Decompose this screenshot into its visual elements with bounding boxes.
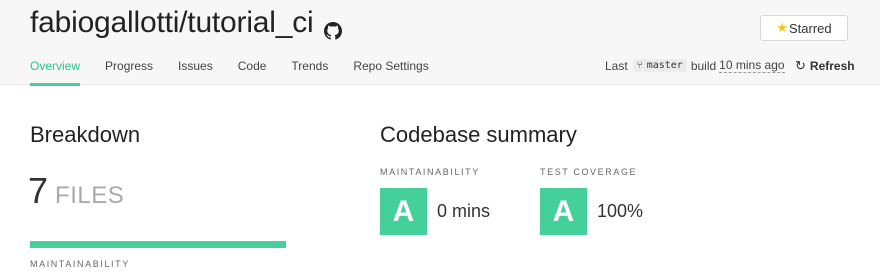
tab-code[interactable]: Code <box>238 59 267 86</box>
repo-name[interactable]: fabiogallotti/tutorial_ci <box>30 6 314 40</box>
refresh-icon: ↻ <box>795 58 806 73</box>
maintainability-label: MAINTAINABILITY <box>380 167 480 177</box>
test-coverage-value: 100% <box>597 201 644 221</box>
build-prefix: Last <box>605 58 628 73</box>
maintainability-value: 0 mins <box>437 201 491 221</box>
files-count: 7 <box>28 170 49 211</box>
tab-repo-settings[interactable]: Repo Settings <box>353 59 428 86</box>
tab-progress[interactable]: Progress <box>105 59 153 86</box>
refresh-button[interactable]: ↻ Refresh <box>795 58 855 74</box>
build-info: Last ⑂ master build 10 mins ago <box>605 58 785 73</box>
star-icon: ★ <box>776 20 788 35</box>
test-coverage-grade: A <box>540 188 587 235</box>
starred-label: Starred <box>789 20 832 36</box>
test-coverage-label: TEST COVERAGE <box>540 167 638 177</box>
branch-name: master <box>646 60 683 71</box>
maintainability-bar[interactable] <box>30 241 286 248</box>
refresh-label: Refresh <box>809 59 855 73</box>
files-count-display: 7 FILES <box>28 170 124 212</box>
repo-header: fabiogallotti/tutorial_ci ★ Starred Over… <box>0 0 880 86</box>
tab-trends[interactable]: Trends <box>291 59 328 86</box>
test-coverage-metric[interactable]: TEST COVERAGE A 100% <box>540 167 643 235</box>
breakdown-title: Breakdown <box>30 122 141 147</box>
maintainability-metric[interactable]: MAINTAINABILITY A 0 mins <box>380 167 490 235</box>
build-word: build <box>690 58 717 73</box>
repo-tabs: Overview Progress Issues Code Trends Rep… <box>30 59 454 86</box>
tab-overview[interactable]: Overview <box>30 59 81 86</box>
maintainability-breakdown-label: MAINTAINABILITY <box>30 259 130 269</box>
branch-badge[interactable]: ⑂ master <box>632 59 687 72</box>
git-branch-icon: ⑂ <box>636 60 643 71</box>
files-label: FILES <box>55 182 125 209</box>
build-time-link[interactable]: 10 mins ago <box>719 58 785 73</box>
maintainability-grade: A <box>380 188 427 235</box>
repo-title: fabiogallotti/tutorial_ci <box>30 6 342 40</box>
tab-issues[interactable]: Issues <box>178 59 213 86</box>
codebase-summary-title: Codebase summary <box>380 122 577 147</box>
github-icon[interactable] <box>323 14 342 40</box>
starred-button[interactable]: ★ Starred <box>760 15 848 41</box>
